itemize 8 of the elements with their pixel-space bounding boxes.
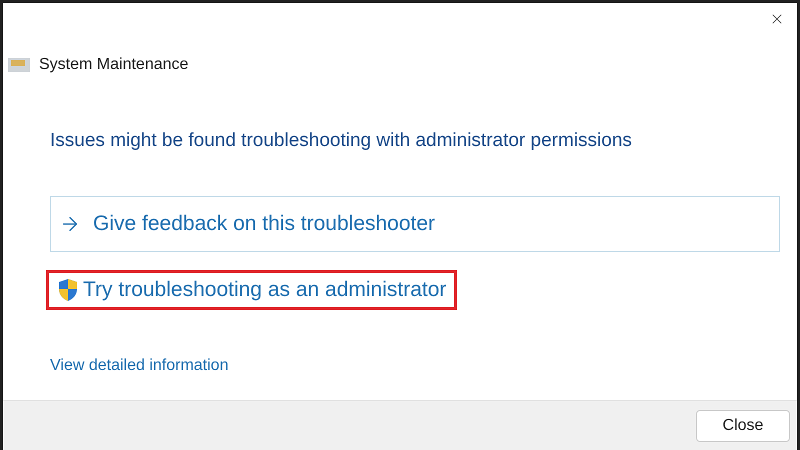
- details-link[interactable]: View detailed information: [50, 354, 228, 378]
- window-icon: [7, 56, 31, 74]
- shield-icon: [57, 278, 79, 302]
- window-title: System Maintenance: [39, 55, 188, 75]
- close-button[interactable]: Close: [696, 410, 790, 442]
- feedback-command[interactable]: Give feedback on this troubleshooter: [50, 196, 780, 252]
- heading: Issues might be found troubleshooting with administrator permissions: [50, 129, 633, 153]
- admin-command[interactable]: Try troubleshooting as an administrator: [46, 270, 458, 310]
